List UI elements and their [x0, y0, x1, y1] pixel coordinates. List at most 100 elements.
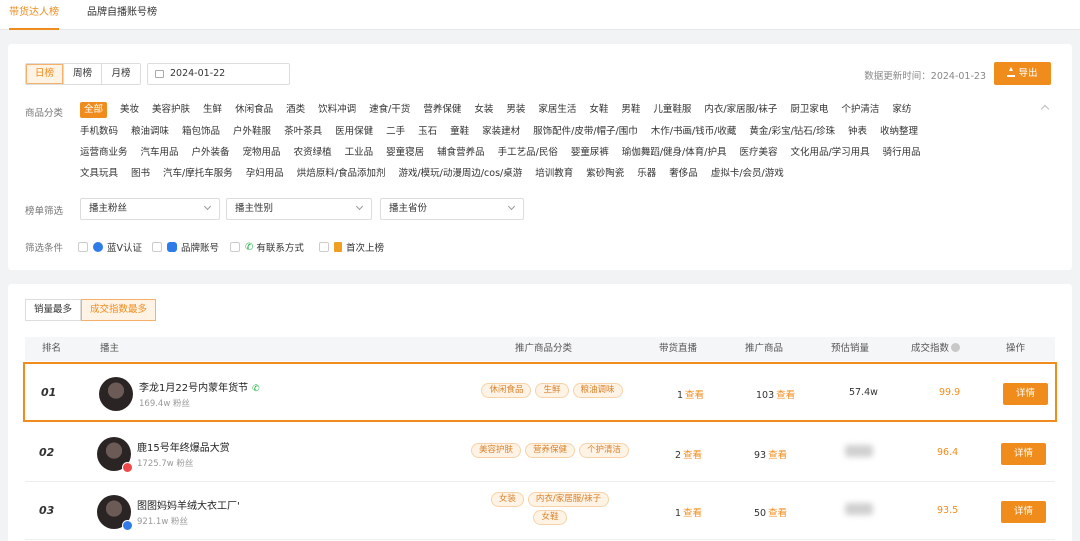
view-products-link[interactable]: 查看 [776, 390, 795, 401]
view-live-link[interactable]: 查看 [683, 450, 702, 461]
category-tag: 休闲食品 [481, 383, 532, 398]
category-item[interactable]: 箱包饰品 [182, 124, 220, 140]
category-item[interactable]: 休闲食品 [235, 102, 273, 118]
category-item[interactable]: 孕妇用品 [246, 166, 284, 182]
category-item[interactable]: 男装 [506, 102, 525, 118]
category-item[interactable]: 医疗美容 [739, 145, 777, 161]
category-item[interactable]: 户外鞋服 [233, 124, 271, 140]
category-item[interactable]: 美容护肤 [152, 102, 190, 118]
category-item[interactable]: 粮油调味 [131, 124, 169, 140]
detail-button[interactable]: 详情 [1003, 383, 1048, 405]
view-products-link[interactable]: 查看 [768, 450, 787, 461]
category-item[interactable]: 培训教育 [535, 166, 573, 182]
category-item[interactable]: 医用保健 [335, 124, 373, 140]
category-item[interactable]: 茶叶茶具 [284, 124, 322, 140]
province-select[interactable]: 播主省份 [380, 198, 524, 220]
category-item[interactable]: 汽车用品 [141, 145, 179, 161]
category-item[interactable]: 文化用品/学习用具 [790, 145, 869, 161]
detail-button[interactable]: 详情 [1001, 501, 1046, 523]
date-picker[interactable]: 2024-01-22 [147, 63, 290, 85]
condition-brand-account[interactable]: 品牌账号 [152, 240, 219, 254]
category-item[interactable]: 婴童寝居 [386, 145, 424, 161]
streamer-name[interactable]: 图图妈妈羊绒大衣工厂' [137, 497, 240, 512]
category-item[interactable]: 紫砂陶瓷 [586, 166, 624, 182]
category-item[interactable]: 二手 [386, 124, 405, 140]
tab-brand-account-rank[interactable]: 品牌自播账号榜 [87, 0, 157, 30]
checkbox[interactable] [319, 242, 329, 252]
view-products-link[interactable]: 查看 [768, 508, 787, 519]
category-item[interactable]: 婴童尿裤 [571, 145, 609, 161]
category-item[interactable]: 美妆 [120, 102, 139, 118]
category-item[interactable]: 童鞋 [450, 124, 469, 140]
category-item[interactable]: 游戏/模玩/动漫周边/cos/桌游 [398, 166, 522, 182]
table-row[interactable]: 03 图图妈妈羊绒大衣工厂' 921.1w 粉丝 女装 内衣/家居服/袜子 女鞋 1 查看 50… [25, 482, 1055, 540]
category-item[interactable]: 宠物用品 [243, 145, 281, 161]
export-button[interactable]: 导出 [994, 62, 1051, 85]
category-item[interactable]: 饮料冲调 [318, 102, 356, 118]
category-item[interactable]: 农资绿植 [294, 145, 332, 161]
avatar[interactable] [99, 377, 133, 411]
condition-has-contact[interactable]: ✆ 有联系方式 [230, 240, 304, 254]
category-item[interactable]: 女装 [474, 102, 493, 118]
checkbox[interactable] [152, 242, 162, 252]
category-item[interactable]: 工业品 [345, 145, 374, 161]
tab-creator-rank[interactable]: 带货达人榜 [9, 0, 59, 30]
category-item[interactable]: 家纺 [892, 102, 911, 118]
category-item[interactable]: 黄金/彩宝/钻石/珍珠 [749, 124, 835, 140]
checkbox[interactable] [78, 242, 88, 252]
condition-blue-v[interactable]: 蓝V认证 [78, 240, 142, 254]
fans-select[interactable]: 播主粉丝 [80, 198, 220, 220]
checkbox[interactable] [230, 242, 240, 252]
category-item[interactable]: 家居生活 [538, 102, 576, 118]
category-item[interactable]: 乐器 [637, 166, 656, 182]
sort-by-sales-button[interactable]: 销量最多 [25, 299, 82, 321]
category-item[interactable]: 厨卫家电 [790, 102, 828, 118]
streamer-name[interactable]: 鹿15号年终爆品大赏 [137, 439, 230, 454]
period-day-button[interactable]: 日榜 [26, 64, 64, 84]
category-item[interactable]: 虚拟卡/会员/游戏 [711, 166, 784, 182]
category-item[interactable]: 内衣/家居服/袜子 [704, 102, 777, 118]
category-item[interactable]: 服饰配件/皮带/帽子/围巾 [533, 124, 638, 140]
category-item[interactable]: 烘焙原料/食品添加剂 [297, 166, 386, 182]
category-item[interactable]: 手机数码 [80, 124, 118, 140]
category-item[interactable]: 家装建材 [482, 124, 520, 140]
category-item[interactable]: 儿童鞋服 [653, 102, 691, 118]
detail-button[interactable]: 详情 [1001, 443, 1046, 465]
help-icon[interactable] [951, 343, 961, 352]
category-item[interactable]: 全部 [80, 102, 108, 118]
category-item[interactable]: 女鞋 [589, 102, 608, 118]
category-item[interactable]: 生鲜 [203, 102, 222, 118]
gender-select[interactable]: 播主性别 [226, 198, 372, 220]
category-item[interactable]: 文具玩具 [80, 166, 118, 182]
category-item[interactable]: 木作/书画/钱币/收藏 [651, 124, 737, 140]
avatar[interactable] [97, 495, 133, 531]
table-row[interactable]: 01 李龙1月22号内蒙年货节 ✆ 169.4w 粉丝 休闲食品 生鲜 粮油调味 1 查看 103… [23, 362, 1057, 422]
table-row[interactable]: 02 鹿15号年终爆品大赏 1725.7w 粉丝 美容护肤 营养保健 个护清洁 2 查看 93 查… [25, 424, 1055, 482]
avatar[interactable] [97, 437, 133, 473]
period-week-button[interactable]: 周榜 [64, 64, 102, 84]
category-item[interactable]: 汽车/摩托车服务 [163, 166, 233, 182]
category-item[interactable]: 营养保健 [423, 102, 461, 118]
category-item[interactable]: 速食/干货 [369, 102, 410, 118]
category-item[interactable]: 瑜伽舞蹈/健身/体育/护具 [622, 145, 727, 161]
condition-first-listed[interactable]: 首次上榜 [319, 240, 384, 254]
period-month-button[interactable]: 月榜 [102, 64, 140, 84]
category-item[interactable]: 户外装备 [192, 145, 230, 161]
category-item[interactable]: 骑行用品 [883, 145, 921, 161]
view-live-link[interactable]: 查看 [683, 508, 702, 519]
category-item[interactable]: 玉石 [418, 124, 437, 140]
category-item[interactable]: 钟表 [848, 124, 867, 140]
category-item[interactable]: 酒类 [286, 102, 305, 118]
category-item[interactable]: 收纳整理 [880, 124, 918, 140]
category-item[interactable]: 手工艺品/民俗 [498, 145, 558, 161]
view-live-link[interactable]: 查看 [685, 390, 704, 401]
category-item[interactable]: 图书 [131, 166, 150, 182]
category-item[interactable]: 个护清洁 [841, 102, 879, 118]
category-item[interactable]: 奢侈品 [669, 166, 698, 182]
streamer-name[interactable]: 李龙1月22号内蒙年货节 ✆ [139, 379, 260, 394]
category-item[interactable]: 男鞋 [621, 102, 640, 118]
category-item[interactable]: 辅食营养品 [437, 145, 485, 161]
collapse-icon[interactable] [1040, 104, 1050, 114]
sort-by-index-button[interactable]: 成交指数最多 [81, 299, 157, 321]
category-item[interactable]: 运营商业务 [80, 145, 128, 161]
